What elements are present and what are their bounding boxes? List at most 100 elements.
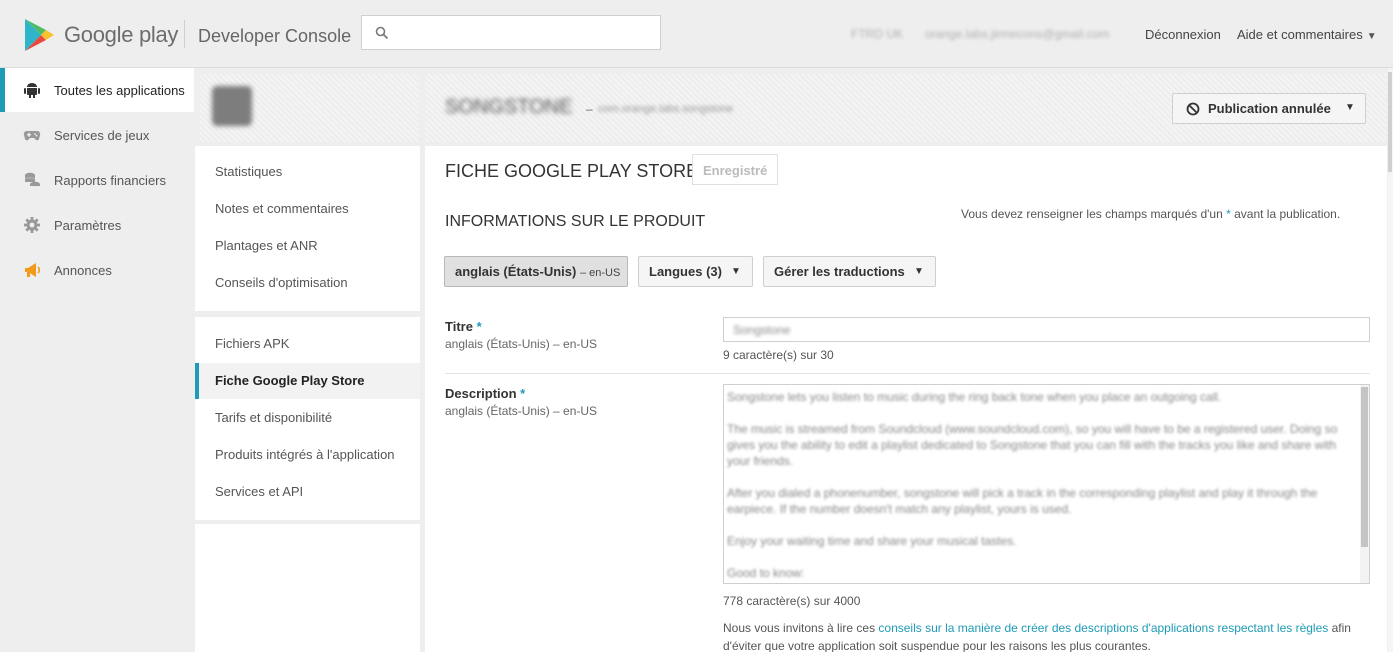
subnav-item-in-app-products[interactable]: Produits intégrés à l'application xyxy=(195,437,420,473)
title-field-label: Titre * xyxy=(445,319,482,334)
app-subnav-publish-group: Fichiers APK Fiche Google Play Store Tar… xyxy=(195,317,420,520)
console-title: Developer Console xyxy=(198,26,352,46)
chevron-down-icon: ▼ xyxy=(914,266,924,277)
nav-item-settings[interactable]: Paramètres xyxy=(0,203,194,247)
blocked-icon xyxy=(1186,102,1200,116)
manage-translations-dropdown[interactable]: Gérer les traductions ▼ xyxy=(763,256,936,287)
header-divider xyxy=(184,20,185,48)
subnav-item-statistics[interactable]: Statistiques xyxy=(195,154,420,190)
app-subnav-stats-group: Statistiques Notes et commentaires Plant… xyxy=(195,146,420,311)
language-en-us-button[interactable]: anglais (États-Unis) – en-US xyxy=(444,256,628,287)
chevron-down-icon: ▼ xyxy=(731,266,741,277)
nav-item-label: Rapports financiers xyxy=(54,173,166,188)
google-play-logo-icon[interactable] xyxy=(24,18,56,52)
help-label: Aide et commentaires xyxy=(1237,27,1363,42)
subnav-label: Tarifs et disponibilité xyxy=(215,410,333,425)
languages-label: Langues (3) xyxy=(649,264,722,279)
app-title-header: SONGSTONE – com.orange.labs.songstone Pu… xyxy=(425,74,1387,142)
nav-item-financial-reports[interactable]: Rapports financiers xyxy=(0,158,194,202)
required-fields-note: Vous devez renseigner les champs marqués… xyxy=(961,207,1340,221)
coins-icon xyxy=(25,172,40,187)
page-title: FICHE GOOGLE PLAY STORE xyxy=(445,161,699,181)
scrollbar-thumb[interactable] xyxy=(1388,72,1392,172)
advice-prefix: Nous vous invitons à lire ces xyxy=(723,621,879,635)
policy-guidelines-link[interactable]: conseils sur la manière de créer des des… xyxy=(878,621,1328,635)
nav-item-game-services[interactable]: Services de jeux xyxy=(0,113,194,157)
subnav-label: Statistiques xyxy=(215,164,283,179)
description-field-language: anglais (États-Unis) – en-US xyxy=(445,404,598,418)
description-scrollbar[interactable] xyxy=(1360,385,1369,583)
manage-translations-label: Gérer les traductions xyxy=(774,264,905,279)
required-star: * xyxy=(476,319,482,334)
title-field-language: anglais (États-Unis) – en-US xyxy=(445,337,598,351)
saved-label: Enregistré xyxy=(703,163,768,178)
subnav-label: Services et API xyxy=(215,484,304,499)
description-paragraph: After you dialed a phonenumber, songston… xyxy=(727,486,1318,516)
scrollbar-thumb[interactable] xyxy=(1361,387,1368,547)
app-package-name: com.orange.labs.songstone xyxy=(598,103,734,115)
nav-item-label: Toutes les applications xyxy=(54,83,185,98)
app-name: SONGSTONE xyxy=(445,96,573,118)
subnav-item-pricing-distribution[interactable]: Tarifs et disponibilité xyxy=(195,400,420,436)
subnav-item-services-api[interactable]: Services et API xyxy=(195,474,420,510)
account-name: FTRD UK xyxy=(851,27,903,41)
description-text: Songstone lets you listen to music durin… xyxy=(727,389,1352,583)
section-title: INFORMATIONS SUR LE PRODUIT xyxy=(445,213,706,230)
subnav-label: Fichiers APK xyxy=(215,336,290,351)
title-input-value: Songstone xyxy=(733,323,791,337)
nav-item-all-applications[interactable]: Toutes les applications xyxy=(0,68,194,112)
description-field-label: Description * xyxy=(445,386,525,401)
required-star: * xyxy=(520,386,526,401)
language-code: – en-US xyxy=(579,267,621,279)
account-email: orange.labs.jirmecons@gmail.com xyxy=(925,27,1110,41)
megaphone-icon xyxy=(25,263,41,277)
page-scrollbar[interactable] xyxy=(1388,68,1393,652)
chevron-down-icon: ▼ xyxy=(1345,102,1355,113)
subnav-label: Conseils d'optimisation xyxy=(215,275,348,290)
logout-link[interactable]: Déconnexion xyxy=(1145,27,1221,42)
subnav-item-crashes-anr[interactable]: Plantages et ANR xyxy=(195,228,420,264)
description-paragraph: Enjoy your waiting time and share your m… xyxy=(727,534,1017,548)
required-note-text: Vous devez renseigner les champs marqués… xyxy=(961,207,1227,221)
field-divider xyxy=(445,373,1370,374)
google-play-logo-text[interactable]: Google play xyxy=(64,22,178,48)
subnav-item-optimization-tips[interactable]: Conseils d'optimisation xyxy=(195,265,420,301)
subnav-item-apk-files[interactable]: Fichiers APK xyxy=(195,326,420,362)
description-char-count: 778 caractère(s) sur 4000 xyxy=(723,594,861,608)
chevron-down-icon: ▼ xyxy=(1366,31,1377,42)
subnav-label: Notes et commentaires xyxy=(215,201,349,216)
description-textarea[interactable]: Songstone lets you listen to music durin… xyxy=(723,384,1370,584)
subnav-label: Plantages et ANR xyxy=(215,238,318,253)
publication-status-button[interactable]: Publication annulée ▼ xyxy=(1172,93,1366,124)
nav-item-label: Paramètres xyxy=(54,218,122,233)
app-icon xyxy=(212,86,252,126)
store-listing-panel: FICHE GOOGLE PLAY STORE Enregistré INFOR… xyxy=(425,146,1387,652)
subnav-label: Produits intégrés à l'application xyxy=(215,447,395,462)
policy-advice-text: Nous vous invitons à lire ces conseils s… xyxy=(723,619,1363,652)
publication-status-label: Publication annulée xyxy=(1208,101,1331,116)
description-paragraph: The music is streamed from Soundcloud (w… xyxy=(727,422,1338,468)
app-icon-header xyxy=(200,74,419,142)
active-indicator xyxy=(195,363,199,399)
nav-item-announcements[interactable]: Annonces xyxy=(0,248,194,292)
title-input[interactable]: Songstone xyxy=(723,317,1370,342)
app-subnav-empty-panel xyxy=(195,524,420,652)
nav-item-label: Services de jeux xyxy=(54,128,150,143)
android-icon xyxy=(24,83,40,98)
title-char-count: 9 caractère(s) sur 30 xyxy=(723,348,834,362)
subnav-item-ratings-reviews[interactable]: Notes et commentaires xyxy=(195,191,420,227)
languages-dropdown[interactable]: Langues (3) ▼ xyxy=(638,256,753,287)
gear-icon xyxy=(24,217,40,233)
description-paragraph: Good to know: xyxy=(727,566,805,580)
subnav-item-store-listing[interactable]: Fiche Google Play Store xyxy=(195,363,420,399)
left-navigation: Toutes les applications Services de jeux… xyxy=(0,68,194,652)
help-feedback-menu[interactable]: Aide et commentaires ▼ xyxy=(1237,27,1377,42)
saved-status-button[interactable]: Enregistré xyxy=(692,154,778,185)
search-input[interactable] xyxy=(361,15,661,50)
description-label-text: Description xyxy=(445,386,517,401)
search-icon xyxy=(375,26,389,40)
language-name: anglais (États-Unis) xyxy=(455,264,577,279)
title-label-text: Titre xyxy=(445,319,473,334)
active-indicator xyxy=(0,68,5,112)
nav-item-label: Annonces xyxy=(54,263,112,278)
